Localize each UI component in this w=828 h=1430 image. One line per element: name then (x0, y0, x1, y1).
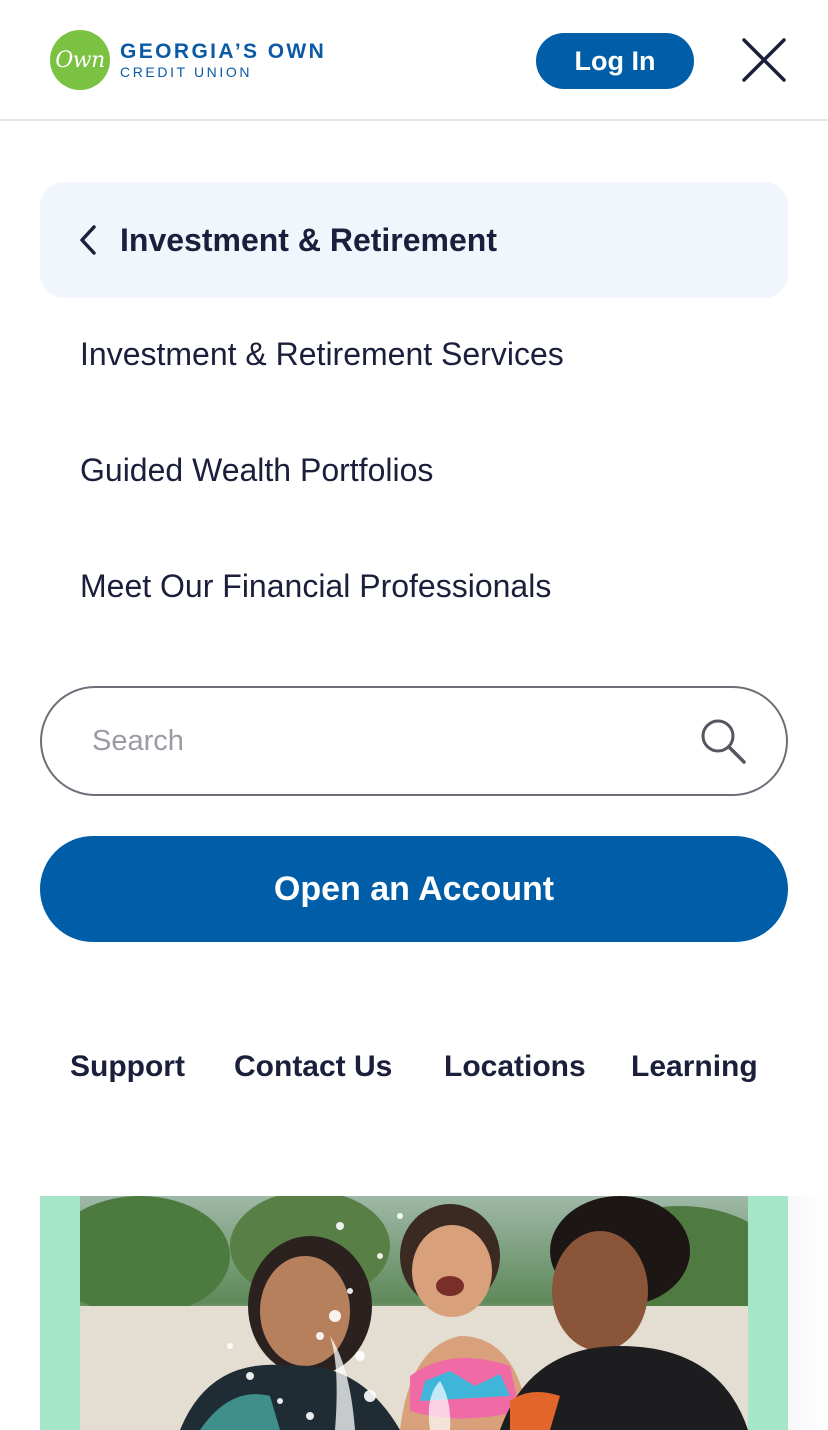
logo-mark: Own (50, 30, 110, 90)
footer-link-learning[interactable]: Learning (631, 1050, 758, 1084)
menu-back-button[interactable]: Investment & Retirement (40, 182, 788, 298)
search-input[interactable] (92, 724, 652, 758)
footer-link-support[interactable]: Support (70, 1050, 185, 1084)
close-menu-button[interactable] (738, 34, 790, 86)
login-button[interactable]: Log In (536, 33, 694, 89)
site-header: Own GEORGIA’S OWN CREDIT UNION Log In (0, 0, 828, 121)
footer-link-contact-us[interactable]: Contact Us (234, 1050, 392, 1084)
logo-line-1: GEORGIA’S OWN (120, 40, 327, 63)
close-icon (742, 38, 786, 82)
promo-banner (40, 1196, 788, 1430)
chevron-left-icon (78, 223, 102, 257)
footer-link-locations[interactable]: Locations (444, 1050, 586, 1084)
promo-edge (788, 1196, 828, 1430)
search-bar (40, 686, 788, 796)
open-account-button[interactable]: Open an Account (40, 836, 788, 942)
georgias-own-logo[interactable]: Own GEORGIA’S OWN CREDIT UNION (50, 30, 326, 90)
menu-item-guided-wealth-portfolios[interactable]: Guided Wealth Portfolios (80, 452, 433, 489)
footer-links: Support Contact Us Locations Learning (0, 1050, 828, 1090)
menu-item-meet-financial-professionals[interactable]: Meet Our Financial Professionals (80, 568, 551, 605)
logo-line-2: CREDIT UNION (120, 64, 253, 80)
logo-wordmark: GEORGIA’S OWN CREDIT UNION (120, 41, 326, 79)
menu-item-investment-retirement-services[interactable]: Investment & Retirement Services (80, 336, 564, 373)
menu-section-title: Investment & Retirement (120, 221, 497, 258)
search-icon[interactable] (698, 716, 750, 768)
promo-photo-family-at-beach (80, 1196, 748, 1430)
